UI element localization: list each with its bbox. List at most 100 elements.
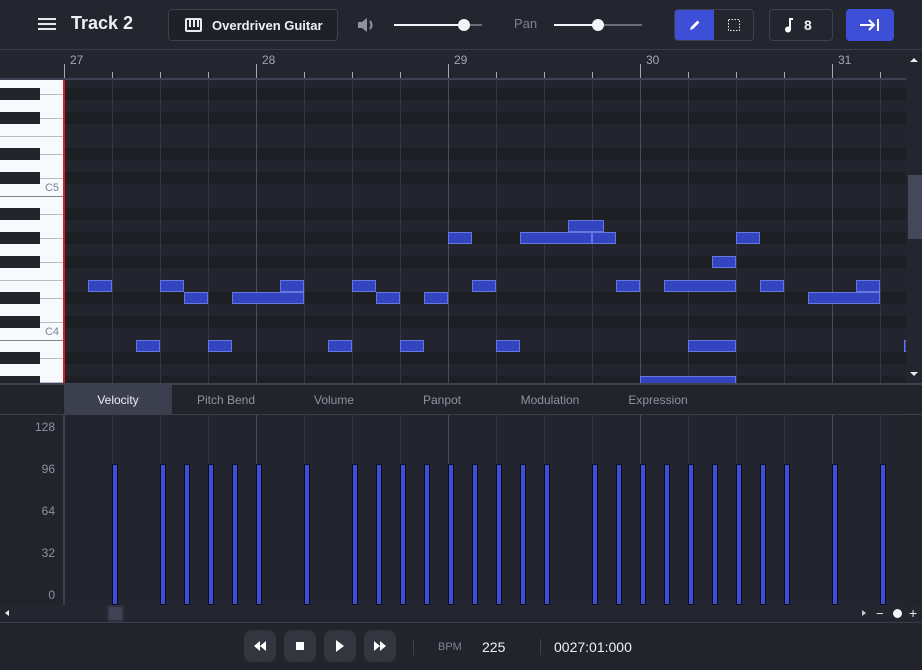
velocity-bar[interactable] [496,463,502,605]
note[interactable] [136,340,160,352]
note[interactable] [688,340,736,352]
velocity-bar[interactable] [760,463,766,605]
black-key[interactable] [0,148,40,160]
note[interactable] [376,292,400,304]
velocity-bar[interactable] [616,463,622,605]
zoom-slider-thumb[interactable] [893,609,902,618]
scroll-down-icon[interactable] [910,372,918,376]
selection-tool-button[interactable] [714,10,753,40]
velocity-bar[interactable] [424,463,430,605]
note[interactable] [424,292,448,304]
note[interactable] [496,340,520,352]
velocity-bar[interactable] [688,463,694,605]
velocity-bar[interactable] [736,463,742,605]
velocity-bar[interactable] [664,463,670,605]
scroll-right-icon[interactable] [862,610,866,616]
black-key[interactable] [0,88,40,100]
note[interactable] [736,232,760,244]
fast-forward-button[interactable] [364,630,396,662]
note[interactable] [280,280,304,292]
bpm-value[interactable]: 225 [482,639,505,655]
timeline-ruler[interactable]: 27 28 29 30 31 [64,50,906,80]
note[interactable] [640,376,736,383]
tab-modulation[interactable]: Modulation [496,385,604,415]
tab-velocity[interactable]: Velocity [64,385,172,415]
zoom-out-button[interactable]: − [876,607,884,621]
horizontal-scroll-thumb[interactable] [107,605,124,622]
note[interactable] [208,340,232,352]
note[interactable] [352,280,376,292]
menu-icon[interactable] [38,17,56,31]
note[interactable] [808,292,880,304]
note[interactable] [472,280,496,292]
pan-slider-thumb[interactable] [592,19,604,31]
black-key[interactable] [0,292,40,304]
velocity-bar[interactable] [352,463,358,605]
horizontal-scrollbar[interactable]: − + [0,605,922,623]
note[interactable] [400,340,424,352]
note[interactable] [664,280,736,292]
note[interactable] [592,232,616,244]
velocity-bar[interactable] [448,463,454,605]
velocity-bar[interactable] [712,463,718,605]
piano-keyboard[interactable]: C5 C4 [0,80,64,383]
black-key[interactable] [0,316,40,328]
velocity-bar[interactable] [880,463,886,605]
velocity-bar[interactable] [472,463,478,605]
volume-icon[interactable] [356,16,376,34]
velocity-bar[interactable] [184,463,190,605]
black-key[interactable] [0,256,40,268]
velocity-bar[interactable] [520,463,526,605]
playhead[interactable] [63,80,65,383]
note[interactable] [448,232,472,244]
play-button[interactable] [324,630,356,662]
velocity-bar[interactable] [832,463,838,605]
pencil-tool-button[interactable] [675,10,714,40]
velocity-bar[interactable] [256,463,262,605]
velocity-bar[interactable] [112,463,118,605]
note[interactable] [760,280,784,292]
instrument-button[interactable]: Overdriven Guitar [168,9,338,41]
note[interactable] [568,220,604,232]
velocity-bar[interactable] [640,463,646,605]
vertical-scroll-thumb[interactable] [908,175,922,239]
black-key[interactable] [0,352,40,364]
note[interactable] [520,232,592,244]
rewind-button[interactable] [244,630,276,662]
velocity-bar[interactable] [544,463,550,605]
velocity-bar[interactable] [304,463,310,605]
velocity-bar[interactable] [232,463,238,605]
pan-slider[interactable] [554,17,642,33]
note[interactable] [328,340,352,352]
note[interactable] [616,280,640,292]
note-grid[interactable] [65,80,906,383]
tab-expression[interactable]: Expression [604,385,712,415]
velocity-bar[interactable] [208,463,214,605]
black-key[interactable] [0,112,40,124]
scroll-left-icon[interactable] [5,610,9,616]
volume-slider-thumb[interactable] [458,19,471,31]
tab-volume[interactable]: Volume [280,385,388,415]
zoom-in-button[interactable]: + [909,606,917,620]
velocity-bar[interactable] [784,463,790,605]
velocity-bar[interactable] [160,463,166,605]
tab-pitch-bend[interactable]: Pitch Bend [172,385,280,415]
note[interactable] [160,280,184,292]
black-key[interactable] [0,376,40,383]
note[interactable] [88,280,112,292]
note[interactable] [712,256,736,268]
black-key[interactable] [0,232,40,244]
note[interactable] [232,292,304,304]
black-key[interactable] [0,208,40,220]
volume-slider[interactable] [394,17,482,33]
vertical-scrollbar[interactable] [906,50,922,383]
note[interactable] [184,292,208,304]
velocity-bar[interactable] [376,463,382,605]
stop-button[interactable] [284,630,316,662]
note[interactable] [856,280,880,292]
tab-panpot[interactable]: Panpot [388,385,496,415]
velocity-bar[interactable] [592,463,598,605]
auto-scroll-button[interactable] [846,9,894,41]
scroll-up-icon[interactable] [910,58,918,62]
velocity-pane[interactable] [63,415,906,605]
